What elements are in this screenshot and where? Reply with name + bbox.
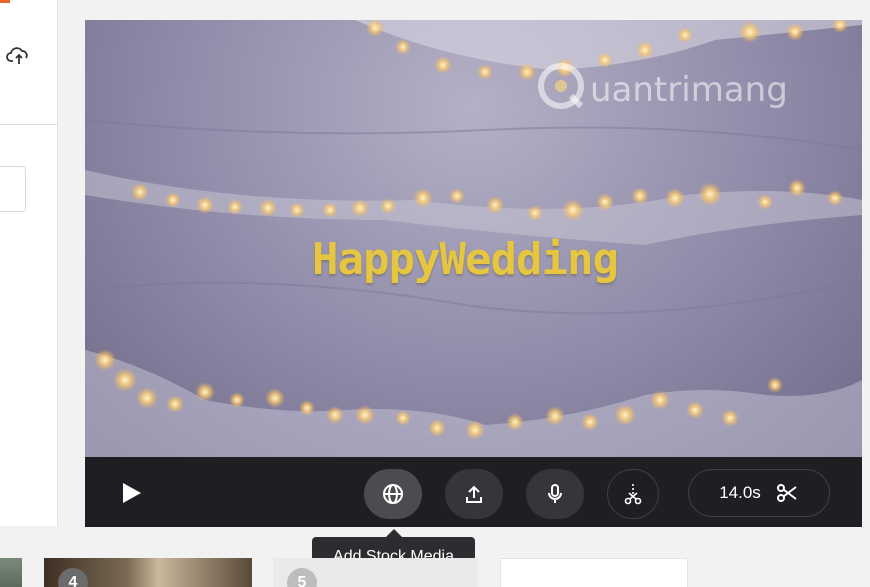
- scene-thumbnail-5[interactable]: 5: [273, 558, 478, 587]
- add-scene-slot[interactable]: [500, 558, 688, 587]
- scene-number-badge: 5: [287, 568, 317, 587]
- playback-control-bar: 14.0s: [85, 457, 862, 527]
- scissors-icon: [776, 484, 797, 502]
- scene-number-badge: 4: [58, 568, 88, 587]
- scene-duration: 14.0s: [719, 483, 761, 502]
- split-button[interactable]: [607, 469, 659, 519]
- record-voiceover-button[interactable]: [526, 469, 584, 519]
- cloud-upload-icon[interactable]: [6, 44, 32, 68]
- upload-button[interactable]: [445, 469, 503, 519]
- watermark-logo-icon: [538, 63, 584, 109]
- globe-icon: [383, 484, 403, 504]
- video-title-text[interactable]: HappyWedding: [265, 234, 665, 285]
- upload-icon: [466, 485, 482, 503]
- scene-duration-button[interactable]: 14.0s: [688, 469, 830, 517]
- add-stock-media-button[interactable]: [364, 469, 422, 519]
- microphone-icon: [548, 484, 562, 503]
- watermark-text: uantrimang: [590, 70, 788, 110]
- scene-thumbnail-4[interactable]: 4: [44, 558, 252, 587]
- play-icon[interactable]: [121, 481, 143, 505]
- watermark: uantrimang: [535, 60, 855, 116]
- left-panel: [0, 0, 58, 526]
- video-preview[interactable]: uantrimang HappyWedding: [85, 20, 862, 457]
- tooltip-arrow: [386, 529, 402, 537]
- accent-strip: [0, 0, 10, 3]
- panel-divider: [0, 124, 58, 125]
- panel-input[interactable]: [0, 166, 26, 212]
- scene-thumbnail-3[interactable]: [0, 558, 22, 587]
- split-scissors-icon: [624, 484, 642, 505]
